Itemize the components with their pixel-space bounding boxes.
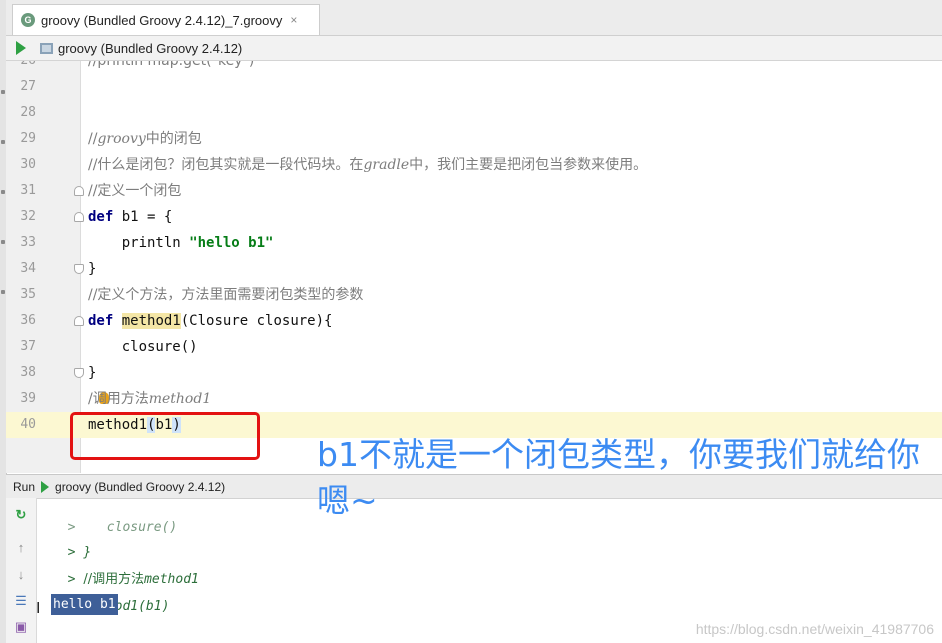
groovy-file-icon: G xyxy=(21,13,35,27)
fold-marker[interactable] xyxy=(74,368,84,378)
code-line: 32 def b1 = { xyxy=(20,209,173,225)
watermark: https://blog.csdn.net/weixin_41987706 xyxy=(695,621,934,637)
arrow-down-icon[interactable]: ↓ xyxy=(12,565,30,583)
fold-marker[interactable] xyxy=(74,264,84,274)
text-cursor-icon: I xyxy=(36,600,41,617)
rerun-icon[interactable]: ↻ xyxy=(12,506,30,524)
tab-title: groovy (Bundled Groovy 2.4.12)_7.groovy xyxy=(41,12,283,28)
editor-tab-bar: G groovy (Bundled Groovy 2.4.12)_7.groov… xyxy=(6,0,942,36)
run-config-label[interactable]: groovy (Bundled Groovy 2.4.12) xyxy=(58,41,242,56)
run-label: Run xyxy=(13,479,36,494)
code-line: 33 println "hello b1" xyxy=(20,235,274,251)
output-line: > closure() xyxy=(67,520,178,535)
output-result-selected[interactable]: hello b1 xyxy=(51,594,118,615)
scroll-end-icon[interactable]: ▣ xyxy=(12,618,30,636)
code-line: 31 //定义一个闭包 xyxy=(20,183,182,199)
fold-marker[interactable] xyxy=(74,186,84,196)
close-icon[interactable]: × xyxy=(290,13,297,27)
fold-marker[interactable] xyxy=(74,316,84,326)
code-line: 39 /调用方法method1 xyxy=(20,391,212,407)
code-line: 38 } xyxy=(20,365,97,381)
run-play-icon[interactable] xyxy=(16,41,26,55)
editor-tab[interactable]: G groovy (Bundled Groovy 2.4.12)_7.groov… xyxy=(12,4,320,35)
annotation-text: b1不就是一个闭包类型，你要我们就给你嗯~ xyxy=(317,435,920,520)
output-line: > //调用方法method1 xyxy=(67,572,199,587)
code-line-partial: 26 //println map.get("key") xyxy=(20,61,255,69)
code-line: 29 //groovy中的闭包 xyxy=(20,131,202,147)
run-toolbar: ↻ ↑ ↓ ☰ ▣ xyxy=(6,498,37,643)
code-line: 27 xyxy=(20,79,36,94)
code-line: 30 //什么是闭包？闭包其实就是一段代码块。在gradle中，我们主要是把闭包… xyxy=(20,157,648,173)
run-tab-icon xyxy=(41,480,50,493)
arrow-up-icon[interactable]: ↑ xyxy=(12,538,30,556)
highlight-box xyxy=(70,412,260,460)
code-line: 35 //定义个方法，方法里面需要闭包类型的参数 xyxy=(20,287,364,303)
output-line: > method1(b1) xyxy=(68,599,170,614)
soft-wrap-icon[interactable]: ☰ xyxy=(12,592,30,610)
module-icon xyxy=(40,42,53,54)
code-line: 28 xyxy=(20,105,36,120)
navigation-bar: groovy (Bundled Groovy 2.4.12) xyxy=(6,36,942,61)
code-line: 36 def method1(Closure closure){ xyxy=(20,313,333,329)
output-line: > } xyxy=(67,545,92,560)
fold-marker[interactable] xyxy=(74,212,84,222)
code-line: 37 closure() xyxy=(20,339,198,355)
code-line: 34 } xyxy=(20,261,97,277)
